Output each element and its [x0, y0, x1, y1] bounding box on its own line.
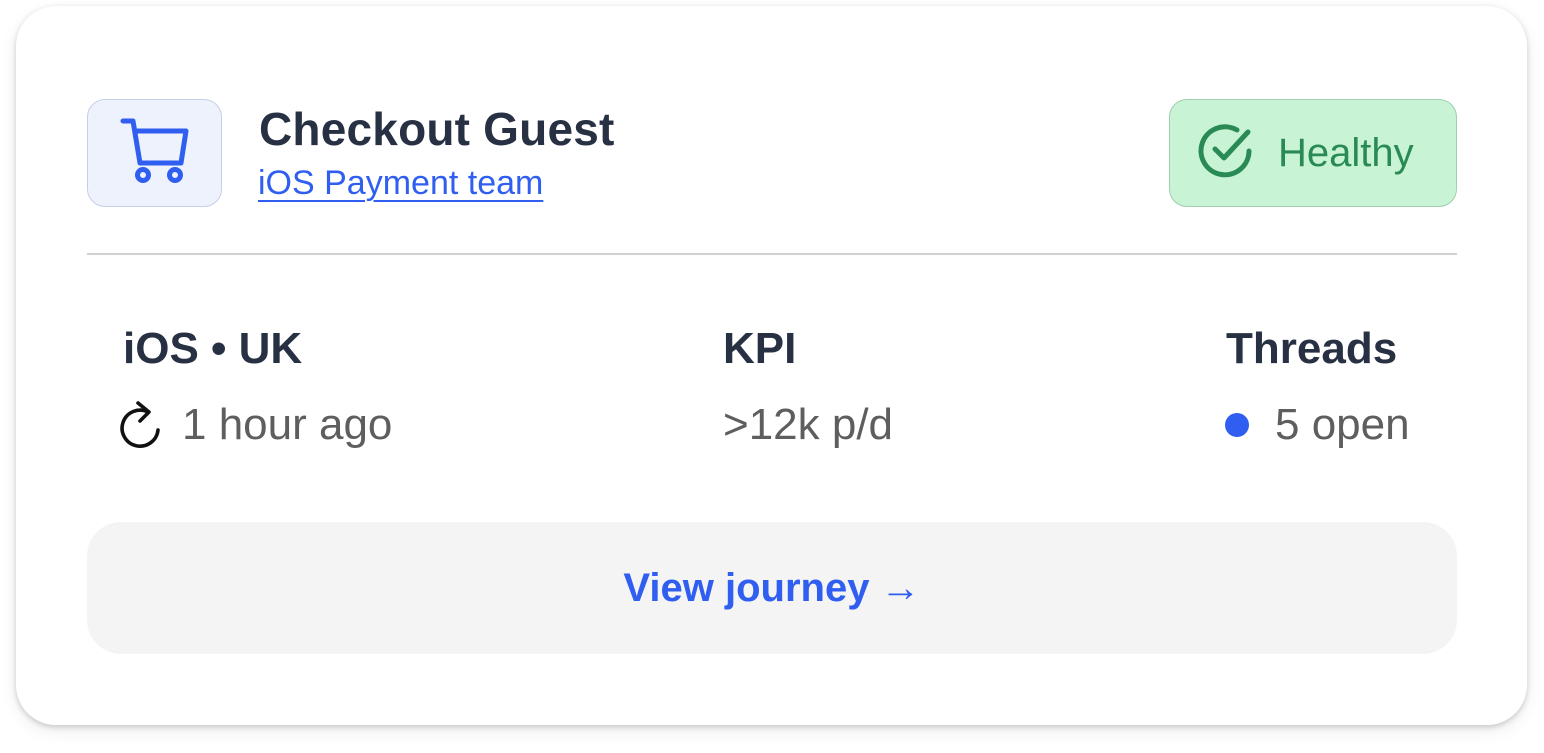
- shopping-cart-icon: [119, 115, 191, 192]
- threads-heading: Threads: [1226, 324, 1398, 373]
- journey-icon-box: [87, 99, 222, 207]
- view-journey-label: View journey →: [623, 565, 921, 610]
- kpi-heading: KPI: [723, 324, 797, 373]
- journey-title: Checkout Guest: [259, 103, 615, 155]
- divider: [87, 253, 1457, 255]
- view-journey-button[interactable]: View journey →: [87, 522, 1457, 654]
- last-updated-text: 1 hour ago: [182, 400, 393, 449]
- team-link[interactable]: iOS Payment team: [258, 164, 543, 203]
- status-label: Healthy: [1278, 130, 1414, 175]
- kpi-value: >12k p/d: [723, 400, 894, 449]
- threads-count-text: 5 open: [1275, 400, 1410, 449]
- blue-dot-icon: [1225, 413, 1249, 437]
- status-badge: Healthy: [1169, 99, 1457, 207]
- threads-value: 5 open: [1225, 400, 1410, 450]
- platform-region-heading: iOS • UK: [123, 324, 303, 373]
- last-updated-value: 1 hour ago: [118, 400, 392, 450]
- refresh-icon: [118, 400, 162, 450]
- check-circle-icon: [1196, 122, 1254, 185]
- journey-card: Checkout Guest iOS Payment team Healthy …: [16, 6, 1527, 725]
